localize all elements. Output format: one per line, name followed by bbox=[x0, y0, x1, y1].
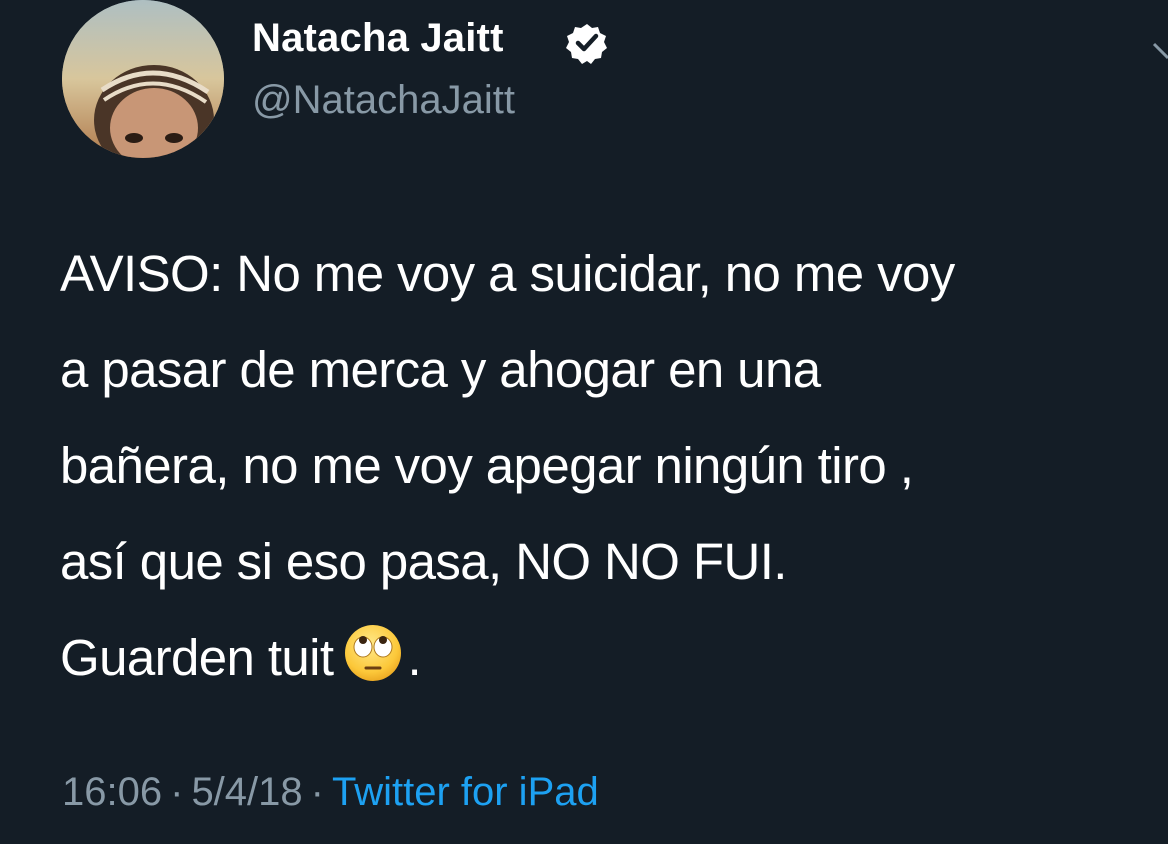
profile-photo-icon bbox=[62, 0, 224, 158]
tweet-card: Natacha Jaitt @NatachaJaitt AVISO: No me… bbox=[0, 0, 1168, 844]
tweet-line: Guarden tuit bbox=[60, 629, 334, 686]
meta-separator: · bbox=[170, 770, 184, 814]
tweet-line: a pasar de merca y ahogar en una bbox=[60, 341, 821, 398]
avatar[interactable] bbox=[62, 0, 224, 158]
tweet-last-line: Guarden tuit . bbox=[60, 610, 1160, 706]
display-name[interactable]: Natacha Jaitt bbox=[252, 16, 504, 61]
tweet-date[interactable]: 5/4/18 bbox=[191, 770, 302, 814]
tweet-text: AVISO: No me voy a suicidar, no me voy a… bbox=[60, 226, 1160, 706]
tweet-trailing-punctuation: . bbox=[407, 629, 422, 686]
tweet-source-link[interactable]: Twitter for iPad bbox=[332, 770, 599, 814]
tweet-meta: 16:06 · 5/4/18 · Twitter for iPad bbox=[62, 770, 599, 815]
face-with-rolling-eyes-emoji-icon bbox=[345, 625, 402, 681]
user-handle[interactable]: @NatachaJaitt bbox=[252, 78, 515, 123]
tweet-line: AVISO: No me voy a suicidar, no me voy bbox=[60, 245, 955, 302]
verified-badge-icon bbox=[566, 24, 607, 64]
tweet-time[interactable]: 16:06 bbox=[62, 770, 162, 814]
tweet-line: bañera, no me voy apegar ningún tiro , bbox=[60, 437, 914, 494]
tweet-line: así que si eso pasa, NO NO FUI. bbox=[60, 533, 787, 590]
meta-separator: · bbox=[310, 770, 324, 814]
chevron-down-icon[interactable] bbox=[1148, 40, 1168, 70]
